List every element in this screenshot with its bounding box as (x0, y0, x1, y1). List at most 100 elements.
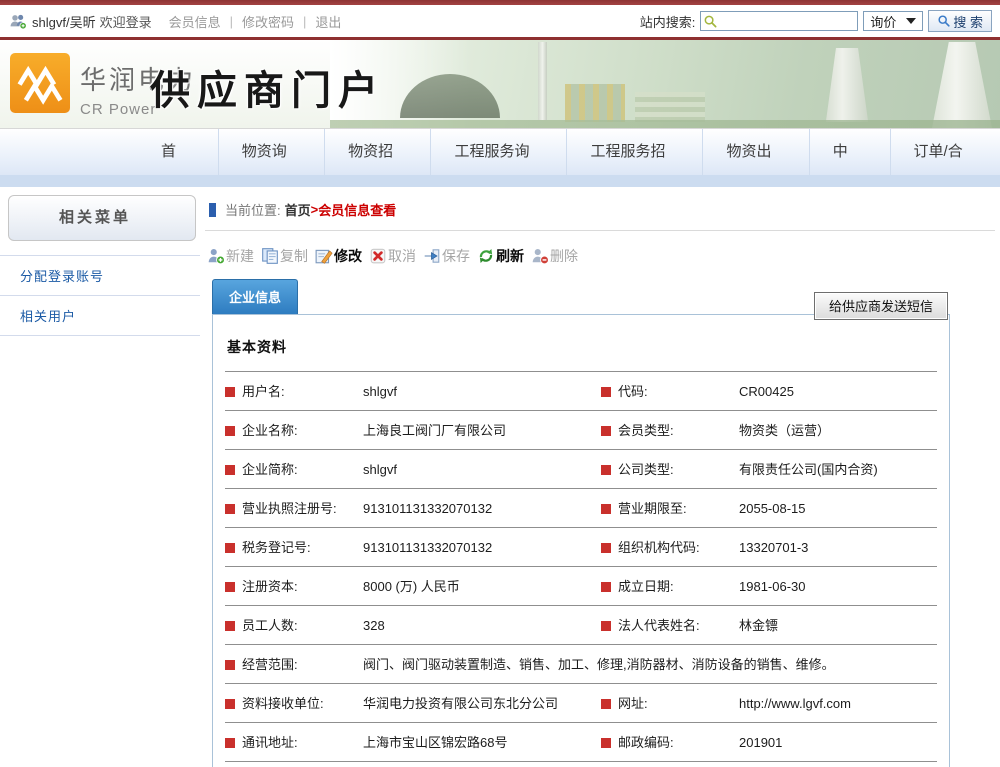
field-value: CR00425 (739, 372, 937, 411)
bullet-icon (601, 387, 611, 397)
company-profile-table: 用户名: shlgvf 代码: CR00425 企业名称: 上海良工阀门厂有限公… (225, 371, 937, 767)
nav-material-inquiry[interactable]: 物资询价 (218, 129, 324, 175)
copy-button[interactable]: 复制 (261, 246, 308, 266)
delete-button-label: 删除 (550, 246, 578, 266)
main-panel: 当前位置: 首页 > 会员信息查看 新建 (205, 187, 1000, 767)
header-banner: 华润电力 CR Power 供应商门户 (0, 37, 1000, 129)
bullet-icon (225, 387, 235, 397)
nav-service-bidding[interactable]: 工程服务招标 (566, 129, 702, 175)
field-label: 资料接收单位: (242, 696, 324, 711)
bullet-icon (601, 543, 611, 553)
field-value: http://www.lgvf.com (739, 684, 937, 723)
field-value: 1981-06-30 (739, 567, 937, 606)
section-title: 基本资料 (227, 337, 937, 357)
field-value: 913101131332070132 (363, 489, 601, 528)
search-category-select[interactable]: 询价 (863, 11, 923, 31)
bullet-icon (601, 738, 611, 748)
field-label: 用户名: (242, 384, 285, 399)
field-value: 201901 (739, 723, 937, 762)
table-row: 资料接收单位: 华润电力投资有限公司东北分公司 网址: http://www.l… (225, 684, 937, 723)
site-search: 站内搜索: 询价 搜 索 (640, 10, 992, 32)
change-password-link[interactable]: 修改密码 (233, 12, 303, 31)
save-icon (423, 247, 441, 265)
table-row: 税务登记号: 913101131332070132 组织机构代码: 133207… (225, 528, 937, 567)
refresh-button[interactable]: 刷新 (477, 246, 524, 266)
nav-home[interactable]: 首 页 (138, 129, 218, 175)
field-value: 2055-08-15 (739, 489, 937, 528)
field-value: 913101131332070132 (363, 528, 601, 567)
refresh-button-label: 刷新 (496, 246, 524, 266)
field-label: 企业简称: (242, 462, 298, 477)
member-info-link[interactable]: 会员信息 (160, 12, 230, 31)
bullet-icon (225, 660, 235, 670)
field-value: 8000 (万) 人民币 (363, 567, 601, 606)
field-label: 经营范围: (242, 657, 298, 672)
search-button[interactable]: 搜 索 (928, 10, 992, 32)
field-label: 成立日期: (618, 579, 674, 594)
logout-link[interactable]: 退出 (306, 12, 350, 31)
copy-button-label: 复制 (280, 246, 308, 266)
field-value: 林金镖 (739, 606, 937, 645)
field-value: 阀门、阀门驱动装置制造、销售、加工、修理,消防器材、消防设备的销售、维修。 (363, 645, 937, 684)
field-label: 网址: (618, 696, 648, 711)
portal-title: 供应商门户 (150, 58, 385, 116)
bullet-icon (225, 426, 235, 436)
chevron-down-icon (906, 18, 916, 24)
table-row: 员工人数: 328 法人代表姓名: 林金镖 (225, 606, 937, 645)
nav-service-inquiry[interactable]: 工程服务询价 (430, 129, 566, 175)
search-icon (937, 14, 951, 28)
search-label: 站内搜索: (640, 12, 696, 31)
bullet-icon (225, 621, 235, 631)
breadcrumb-separator: > (311, 202, 319, 217)
field-label: 通讯地址: (242, 735, 298, 750)
magnifier-icon (703, 14, 718, 29)
table-row: 经营范围: 阀门、阀门驱动装置制造、销售、加工、修理,消防器材、消防设备的销售、… (225, 645, 937, 684)
send-sms-button[interactable]: 给供应商发送短信 (814, 292, 948, 320)
modify-button[interactable]: 修改 (315, 246, 362, 266)
field-label: 营业执照注册号: (242, 501, 337, 516)
main-nav: 首 页 物资询价 物资招标 工程服务询价 工程服务招标 物资出售 中 标 订单/… (0, 129, 1000, 175)
bullet-icon (601, 465, 611, 475)
breadcrumb-home-link[interactable]: 首页 (285, 200, 311, 219)
cancel-button[interactable]: 取消 (369, 246, 416, 266)
field-value: 有限责任公司(国内合资) (739, 450, 937, 489)
sidebar-item-assign-accounts[interactable]: 分配登录账号 (0, 255, 200, 296)
tab-row: 企业信息 给供应商发送短信 (205, 283, 1000, 314)
breadcrumb-current: 会员信息查看 (318, 200, 396, 219)
edit-icon (315, 247, 333, 265)
users-icon (8, 13, 28, 30)
plant-ground (330, 120, 1000, 128)
save-button[interactable]: 保存 (423, 246, 470, 266)
bullet-icon (225, 699, 235, 709)
nav-awarded[interactable]: 中 标 (809, 129, 890, 175)
bullet-icon (225, 582, 235, 592)
welcome-text: 欢迎登录 (100, 12, 152, 31)
plant-building (635, 92, 705, 122)
field-value: 物资类（运营） (739, 411, 937, 450)
field-label: 公司类型: (618, 462, 674, 477)
field-value: 13320701-3 (739, 528, 937, 567)
sidebar-item-related-users[interactable]: 相关用户 (0, 296, 200, 336)
cooling-tower (932, 42, 992, 128)
sidebar: 相关菜单 分配登录账号 相关用户 (0, 187, 200, 767)
nav-orders-contracts[interactable]: 订单/合同 (890, 129, 1000, 175)
field-label: 会员类型: (618, 423, 674, 438)
plant-chimney (538, 42, 547, 120)
delete-button[interactable]: 删除 (531, 246, 578, 266)
new-button[interactable]: 新建 (207, 246, 254, 266)
field-label: 组织机构代码: (618, 540, 700, 555)
record-toolbar: 新建 复制 修改 (207, 246, 1000, 266)
field-value: 328 (363, 606, 601, 645)
save-button-label: 保存 (442, 246, 470, 266)
plant-hangar (400, 74, 500, 118)
nav-material-sale[interactable]: 物资出售 (702, 129, 808, 175)
search-button-label: 搜 索 (953, 12, 983, 31)
breadcrumb: 当前位置: 首页 > 会员信息查看 (205, 187, 995, 231)
nav-material-bidding[interactable]: 物资招标 (324, 129, 430, 175)
tab-company-info[interactable]: 企业信息 (212, 279, 298, 314)
table-row: 注册资本: 8000 (万) 人民币 成立日期: 1981-06-30 (225, 567, 937, 606)
logged-in-user: shlgvf/吴昕 (32, 12, 96, 31)
mountain-logo-icon (16, 61, 64, 105)
search-input[interactable] (720, 12, 856, 30)
bullet-icon (601, 426, 611, 436)
